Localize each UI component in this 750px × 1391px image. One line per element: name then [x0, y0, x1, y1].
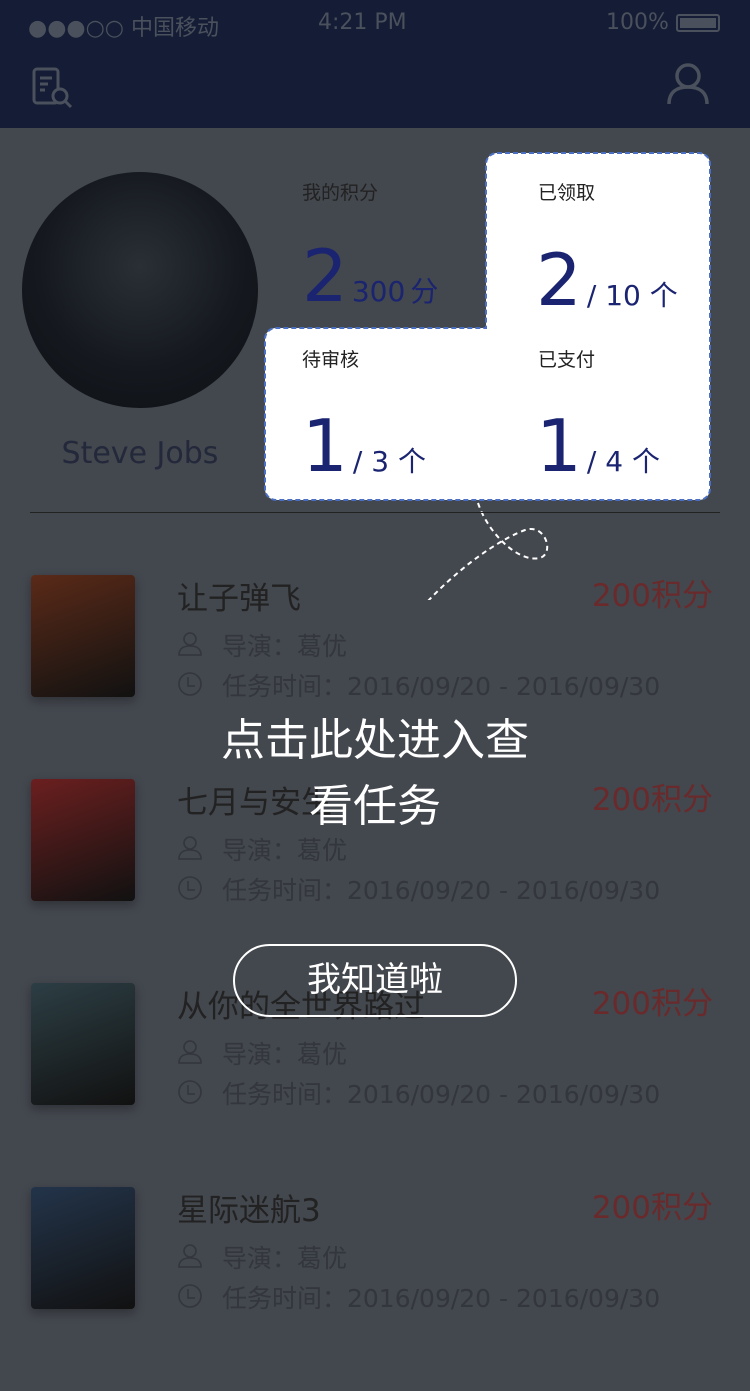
stat-label-pending: 待审核	[302, 349, 360, 371]
divider	[30, 512, 720, 513]
task-director: 导演：葛优	[222, 836, 348, 865]
guide-text-line1: 点击此处进入查	[221, 715, 529, 766]
stat-label-paid: 已支付	[538, 349, 596, 371]
clock-icon	[178, 876, 202, 900]
task-points: 200积分	[591, 986, 713, 1022]
guide-text-line2: 看任务	[309, 781, 441, 832]
stat-claimed[interactable]: 2 / 10 个	[536, 244, 678, 316]
clock-icon	[178, 1284, 202, 1308]
stat-label-claimed: 已领取	[538, 182, 596, 204]
clock-icon	[178, 672, 202, 696]
person-icon	[178, 1244, 202, 1268]
task-director: 导演：葛优	[222, 1244, 348, 1273]
task-time: 任务时间：2016/09/20 - 2016/09/30	[222, 1284, 661, 1313]
task-time: 任务时间：2016/09/20 - 2016/09/30	[222, 672, 661, 701]
task-title: 让子弹飞	[177, 581, 301, 617]
person-icon	[178, 632, 202, 656]
task-item[interactable]: 星际迷航3 200积分 导演：葛优 任务时间：2016/09/20 - 2016…	[0, 1187, 750, 1391]
task-time: 任务时间：2016/09/20 - 2016/09/30	[222, 1080, 661, 1109]
movie-poster	[31, 575, 135, 697]
task-points: 200积分	[591, 578, 713, 614]
movie-poster	[31, 983, 135, 1105]
stat-paid[interactable]: 1 / 4 个	[536, 410, 660, 482]
task-points: 200积分	[591, 1190, 713, 1226]
person-icon	[178, 1040, 202, 1064]
task-title: 星际迷航3	[177, 1193, 321, 1229]
task-time: 任务时间：2016/09/20 - 2016/09/30	[222, 876, 661, 905]
task-director: 导演：葛优	[222, 632, 348, 661]
movie-poster	[31, 1187, 135, 1309]
task-director: 导演：葛优	[222, 1040, 348, 1069]
person-icon	[178, 836, 202, 860]
stat-pending[interactable]: 1 / 3 个	[302, 410, 426, 482]
clock-icon	[178, 1080, 202, 1104]
got-it-button[interactable]: 我知道啦	[233, 944, 517, 1017]
